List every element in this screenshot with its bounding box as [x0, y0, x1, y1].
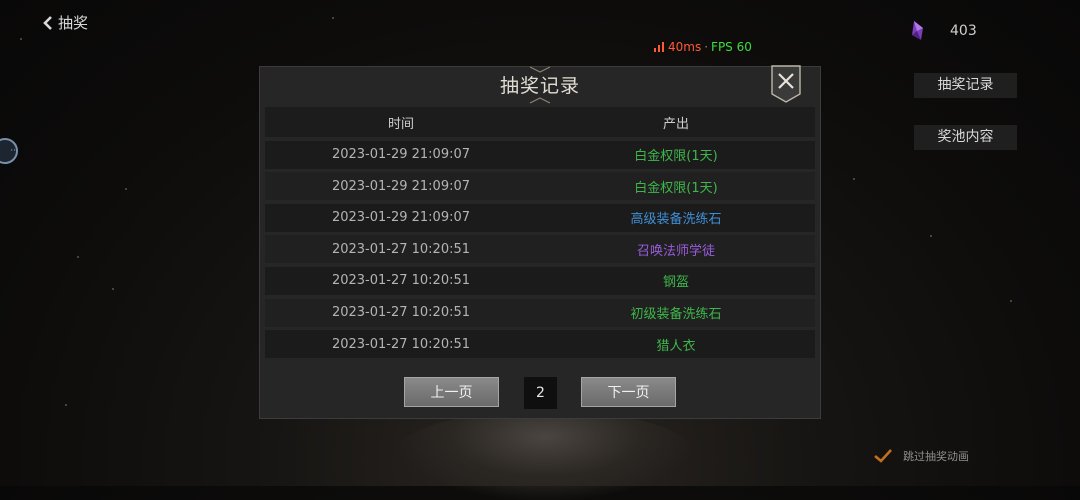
table-row: 2023-01-29 21:09:07 白金权限(1天)	[265, 172, 815, 201]
title-ornament-icon	[529, 97, 551, 104]
pagination: 上一页 2 下一页	[260, 377, 820, 409]
purple-crystal-icon	[912, 21, 923, 40]
draw-records-dialog: 抽奖记录 时间 产出 2023-01-29 21:09:07 白金权限(1天) 20…	[259, 65, 821, 419]
star-decoration	[77, 256, 79, 258]
currency-amount: 403	[950, 23, 977, 39]
record-time: 2023-01-27 10:20:51	[331, 241, 471, 257]
back-label: 抽奖	[58, 14, 89, 32]
skip-animation-toggle[interactable]: 跳过抽奖动画	[873, 446, 969, 466]
table-row: 2023-01-29 21:09:07 白金权限(1天)	[265, 140, 815, 169]
table-row: 2023-01-27 10:20:51 召唤法师学徒	[265, 235, 815, 264]
record-time: 2023-01-27 10:20:51	[331, 336, 471, 352]
record-item: 钢盔	[662, 275, 689, 291]
back-button[interactable]: 抽奖	[42, 12, 88, 33]
record-time: 2023-01-29 21:09:07	[331, 210, 471, 226]
star-decoration	[332, 17, 334, 19]
close-button[interactable]	[771, 65, 801, 103]
star-decoration	[1010, 300, 1012, 302]
summon-platform	[395, 410, 695, 500]
skip-animation-checkbox[interactable]	[873, 446, 893, 466]
ping-value: 40ms	[668, 40, 702, 54]
record-item: 猎人衣	[656, 338, 696, 354]
column-header-time: 时间	[387, 116, 414, 132]
side-badge-icon[interactable]: ··	[0, 138, 18, 164]
skip-animation-label: 跳过抽奖动画	[903, 450, 969, 463]
currency-display: 403	[908, 20, 977, 42]
prize-pool-button[interactable]: 奖池内容	[914, 125, 1017, 150]
record-time: 2023-01-27 10:20:51	[331, 305, 471, 321]
checkmark-icon	[874, 449, 892, 463]
column-header-item: 产出	[662, 116, 689, 132]
table-row: 2023-01-29 21:09:07 高级装备洗练石	[265, 203, 815, 232]
table-header: 时间 产出	[265, 107, 815, 137]
table-row: 2023-01-27 10:20:51 猎人衣	[265, 330, 815, 359]
record-time: 2023-01-29 21:09:07	[331, 178, 471, 194]
star-decoration	[20, 38, 22, 40]
table-row: 2023-01-27 10:20:51 初级装备洗练石	[265, 298, 815, 327]
current-page: 2	[524, 377, 557, 409]
next-page-button[interactable]: 下一页	[581, 377, 676, 407]
record-item: 召唤法师学徒	[636, 243, 715, 259]
star-decoration	[112, 288, 114, 290]
star-decoration	[65, 404, 67, 406]
table-row: 2023-01-27 10:20:51 钢盔	[265, 266, 815, 295]
prev-page-button[interactable]: 上一页	[404, 377, 499, 407]
star-decoration	[125, 188, 127, 190]
record-time: 2023-01-27 10:20:51	[331, 273, 471, 289]
chevron-left-icon	[43, 15, 52, 30]
star-decoration	[853, 178, 855, 180]
draw-records-button[interactable]: 抽奖记录	[914, 73, 1017, 98]
records-table: 时间 产出 2023-01-29 21:09:07 白金权限(1天) 2023-01…	[265, 107, 815, 359]
record-item: 白金权限(1天)	[634, 149, 718, 165]
record-item: 高级装备洗练石	[630, 212, 722, 228]
record-item: 初级装备洗练石	[630, 307, 722, 323]
signal-icon	[654, 42, 664, 52]
record-time: 2023-01-29 21:09:07	[331, 147, 471, 163]
dialog-title: 抽奖记录	[499, 75, 580, 97]
network-status: 40ms · FPS 60	[654, 40, 752, 54]
network-separator: ·	[704, 40, 709, 54]
close-icon	[771, 65, 801, 103]
star-decoration	[930, 235, 932, 237]
fps-value: FPS 60	[711, 40, 752, 54]
record-item: 白金权限(1天)	[634, 180, 718, 196]
